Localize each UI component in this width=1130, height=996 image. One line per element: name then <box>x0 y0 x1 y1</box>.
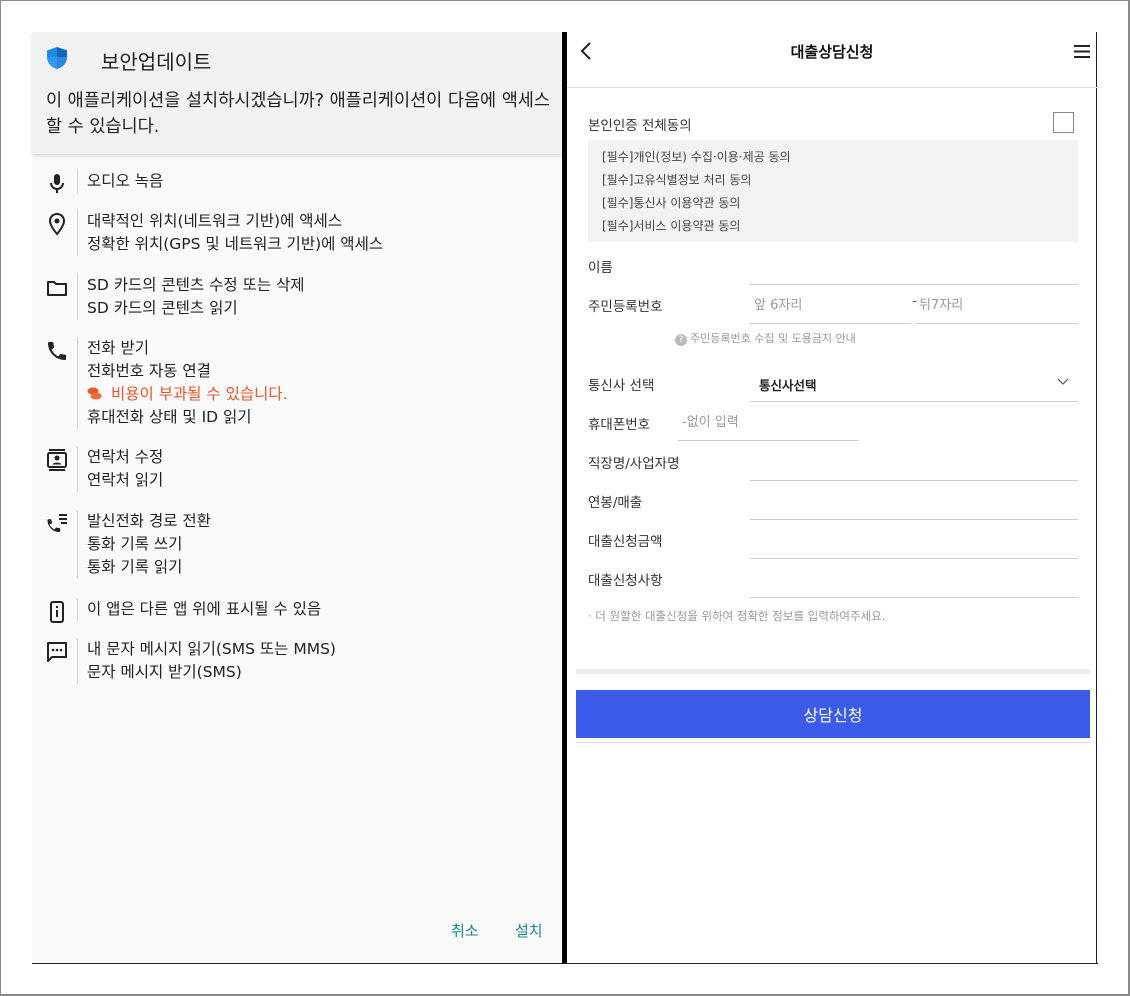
permission-lines: 발신전화 경로 전환 통화 기록 쓰기 통화 기록 읽기 <box>77 510 211 579</box>
agree-all-checkbox[interactable] <box>1053 112 1074 133</box>
permission-text: 발신전화 경로 전환 <box>87 512 211 530</box>
permission-lines: SD 카드의 콘텐츠 수정 또는 삭제 SD 카드의 콘텐츠 읽기 <box>77 274 305 320</box>
phone-label: 휴대폰번호 <box>588 417 651 433</box>
permission-lines: 전화 받기 전화번호 자동 연결 비용이 부과될 수 있습니다. 휴대전화 상태… <box>77 337 288 429</box>
install-button[interactable]: 설치 <box>515 920 543 941</box>
permission-lines: 오디오 녹음 <box>77 170 163 193</box>
permission-text: 연락처 수정 <box>87 448 164 466</box>
install-dialog: 보안업데이트 이 애플리케이션을 설치하시겠습니까? 애플리케이션이 다음에 액… <box>32 32 562 964</box>
name-label: 이름 <box>588 260 613 276</box>
loan-form-page: 대출상담신청 본인인증 전체동의 [필수]개인(정보) 수집·이용·제공 동의 … <box>567 32 1097 963</box>
permission-text: 통화 기록 읽기 <box>87 558 183 576</box>
phone-icon <box>48 342 66 360</box>
permission-text: 전화 받기 <box>87 339 149 357</box>
terms-item[interactable]: [필수]고유식별정보 처리 동의 <box>602 169 1078 192</box>
rrn-back-input[interactable] <box>915 288 1078 324</box>
permission-text: 대략적인 위치(네트워크 기반)에 액세스 <box>87 212 343 230</box>
phone-input[interactable] <box>678 405 859 441</box>
details-input[interactable] <box>750 562 1078 598</box>
install-question: 이 애플리케이션을 설치하시겠습니까? 애플리케이션이 다음에 액세스할 수 있… <box>46 91 551 137</box>
charge-warning-text: 비용이 부과될 수 있습니다. <box>111 385 288 403</box>
permission-text: 내 문자 메시지 읽기(SMS 또는 MMS) <box>87 640 336 658</box>
permission-text: 정확한 위치(GPS 및 네트워크 기반)에 액세스 <box>87 235 384 253</box>
permission-text: 휴대전화 상태 및 ID 읽기 <box>87 408 252 426</box>
submit-consultation-button[interactable]: 상담신청 <box>576 690 1090 738</box>
amount-label: 대출신청금액 <box>588 534 663 550</box>
agree-all-label: 본인인증 전체동의 <box>588 118 692 134</box>
dialog-title: 보안업데이트 <box>101 50 212 74</box>
contact-card-icon <box>47 449 67 471</box>
permission-text: 이 앱은 다른 앱 위에 표시될 수 있음 <box>87 600 322 618</box>
section-divider <box>576 669 1090 674</box>
page-title: 대출상담신청 <box>790 43 874 61</box>
terms-item[interactable]: [필수]통신사 이용약관 동의 <box>602 192 1078 215</box>
permission-text: 전화번호 자동 연결 <box>87 362 211 380</box>
microphone-icon <box>50 174 64 193</box>
permission-text: SD 카드의 콘텐츠 수정 또는 삭제 <box>87 276 305 294</box>
hamburger-menu-icon[interactable] <box>1074 45 1090 58</box>
bottom-border <box>32 963 1098 964</box>
permission-text: 연락처 읽기 <box>87 471 164 489</box>
button-underline <box>576 742 1090 743</box>
income-label: 연봉/매출 <box>588 495 643 511</box>
question-icon: ? <box>675 334 687 346</box>
rrn-notice[interactable]: ? 주민등록번호 수집 및 도용금지 안내 <box>675 330 856 346</box>
income-input[interactable] <box>750 484 1078 520</box>
company-input[interactable] <box>750 445 1078 481</box>
permission-lines: 연락처 수정 연락처 읽기 <box>77 446 163 492</box>
amount-input[interactable] <box>750 523 1078 559</box>
details-label: 대출신청사항 <box>588 573 663 589</box>
name-input[interactable] <box>750 249 1078 285</box>
overlay-phone-icon <box>50 601 64 623</box>
charge-warning: 비용이 부과될 수 있습니다. <box>87 383 288 406</box>
permission-lines: 이 앱은 다른 앱 위에 표시될 수 있음 <box>77 598 321 621</box>
permission-lines: 대략적인 위치(네트워크 기반)에 액세스 정확한 위치(GPS 및 네트워크 … <box>77 210 383 256</box>
permission-text: SD 카드의 콘텐츠 읽기 <box>87 299 238 317</box>
rrn-label: 주민등록번호 <box>588 299 663 315</box>
coins-icon <box>87 387 102 400</box>
terms-list: [필수]개인(정보) 수집·이용·제공 동의 [필수]고유식별정보 처리 동의 … <box>588 140 1078 242</box>
terms-item[interactable]: [필수]서비스 이용약관 동의 <box>602 215 1078 238</box>
form-hint: · 더 원할한 대출신청을 위하여 정확한 정보를 입력하여주세요. <box>588 609 886 623</box>
permission-text: 오디오 녹음 <box>87 172 164 190</box>
call-forward-list-icon <box>47 514 67 532</box>
message-icon <box>47 642 67 662</box>
shield-icon <box>47 47 67 69</box>
terms-item[interactable]: [필수]개인(정보) 수집·이용·제공 동의 <box>602 146 1078 169</box>
chevron-down-icon <box>1057 378 1069 385</box>
folder-icon <box>47 281 67 296</box>
form-header: 대출상담신청 <box>567 32 1097 88</box>
location-pin-icon <box>48 212 66 236</box>
dialog-header: 보안업데이트 이 애플리케이션을 설치하시겠습니까? 애플리케이션이 다음에 액… <box>32 32 562 154</box>
permission-text: 문자 메시지 받기(SMS) <box>87 663 242 681</box>
carrier-label: 통신사 선택 <box>588 378 655 394</box>
cancel-button[interactable]: 취소 <box>451 920 479 941</box>
rrn-front-input[interactable] <box>750 288 911 324</box>
permission-text: 통화 기록 쓰기 <box>87 535 183 553</box>
rrn-notice-text: 주민등록번호 수집 및 도용금지 안내 <box>690 332 856 345</box>
carrier-select-value: 통신사선택 <box>759 378 817 393</box>
permission-lines: 내 문자 메시지 읽기(SMS 또는 MMS) 문자 메시지 받기(SMS) <box>77 638 336 684</box>
company-label: 직장명/사업자명 <box>588 456 680 472</box>
